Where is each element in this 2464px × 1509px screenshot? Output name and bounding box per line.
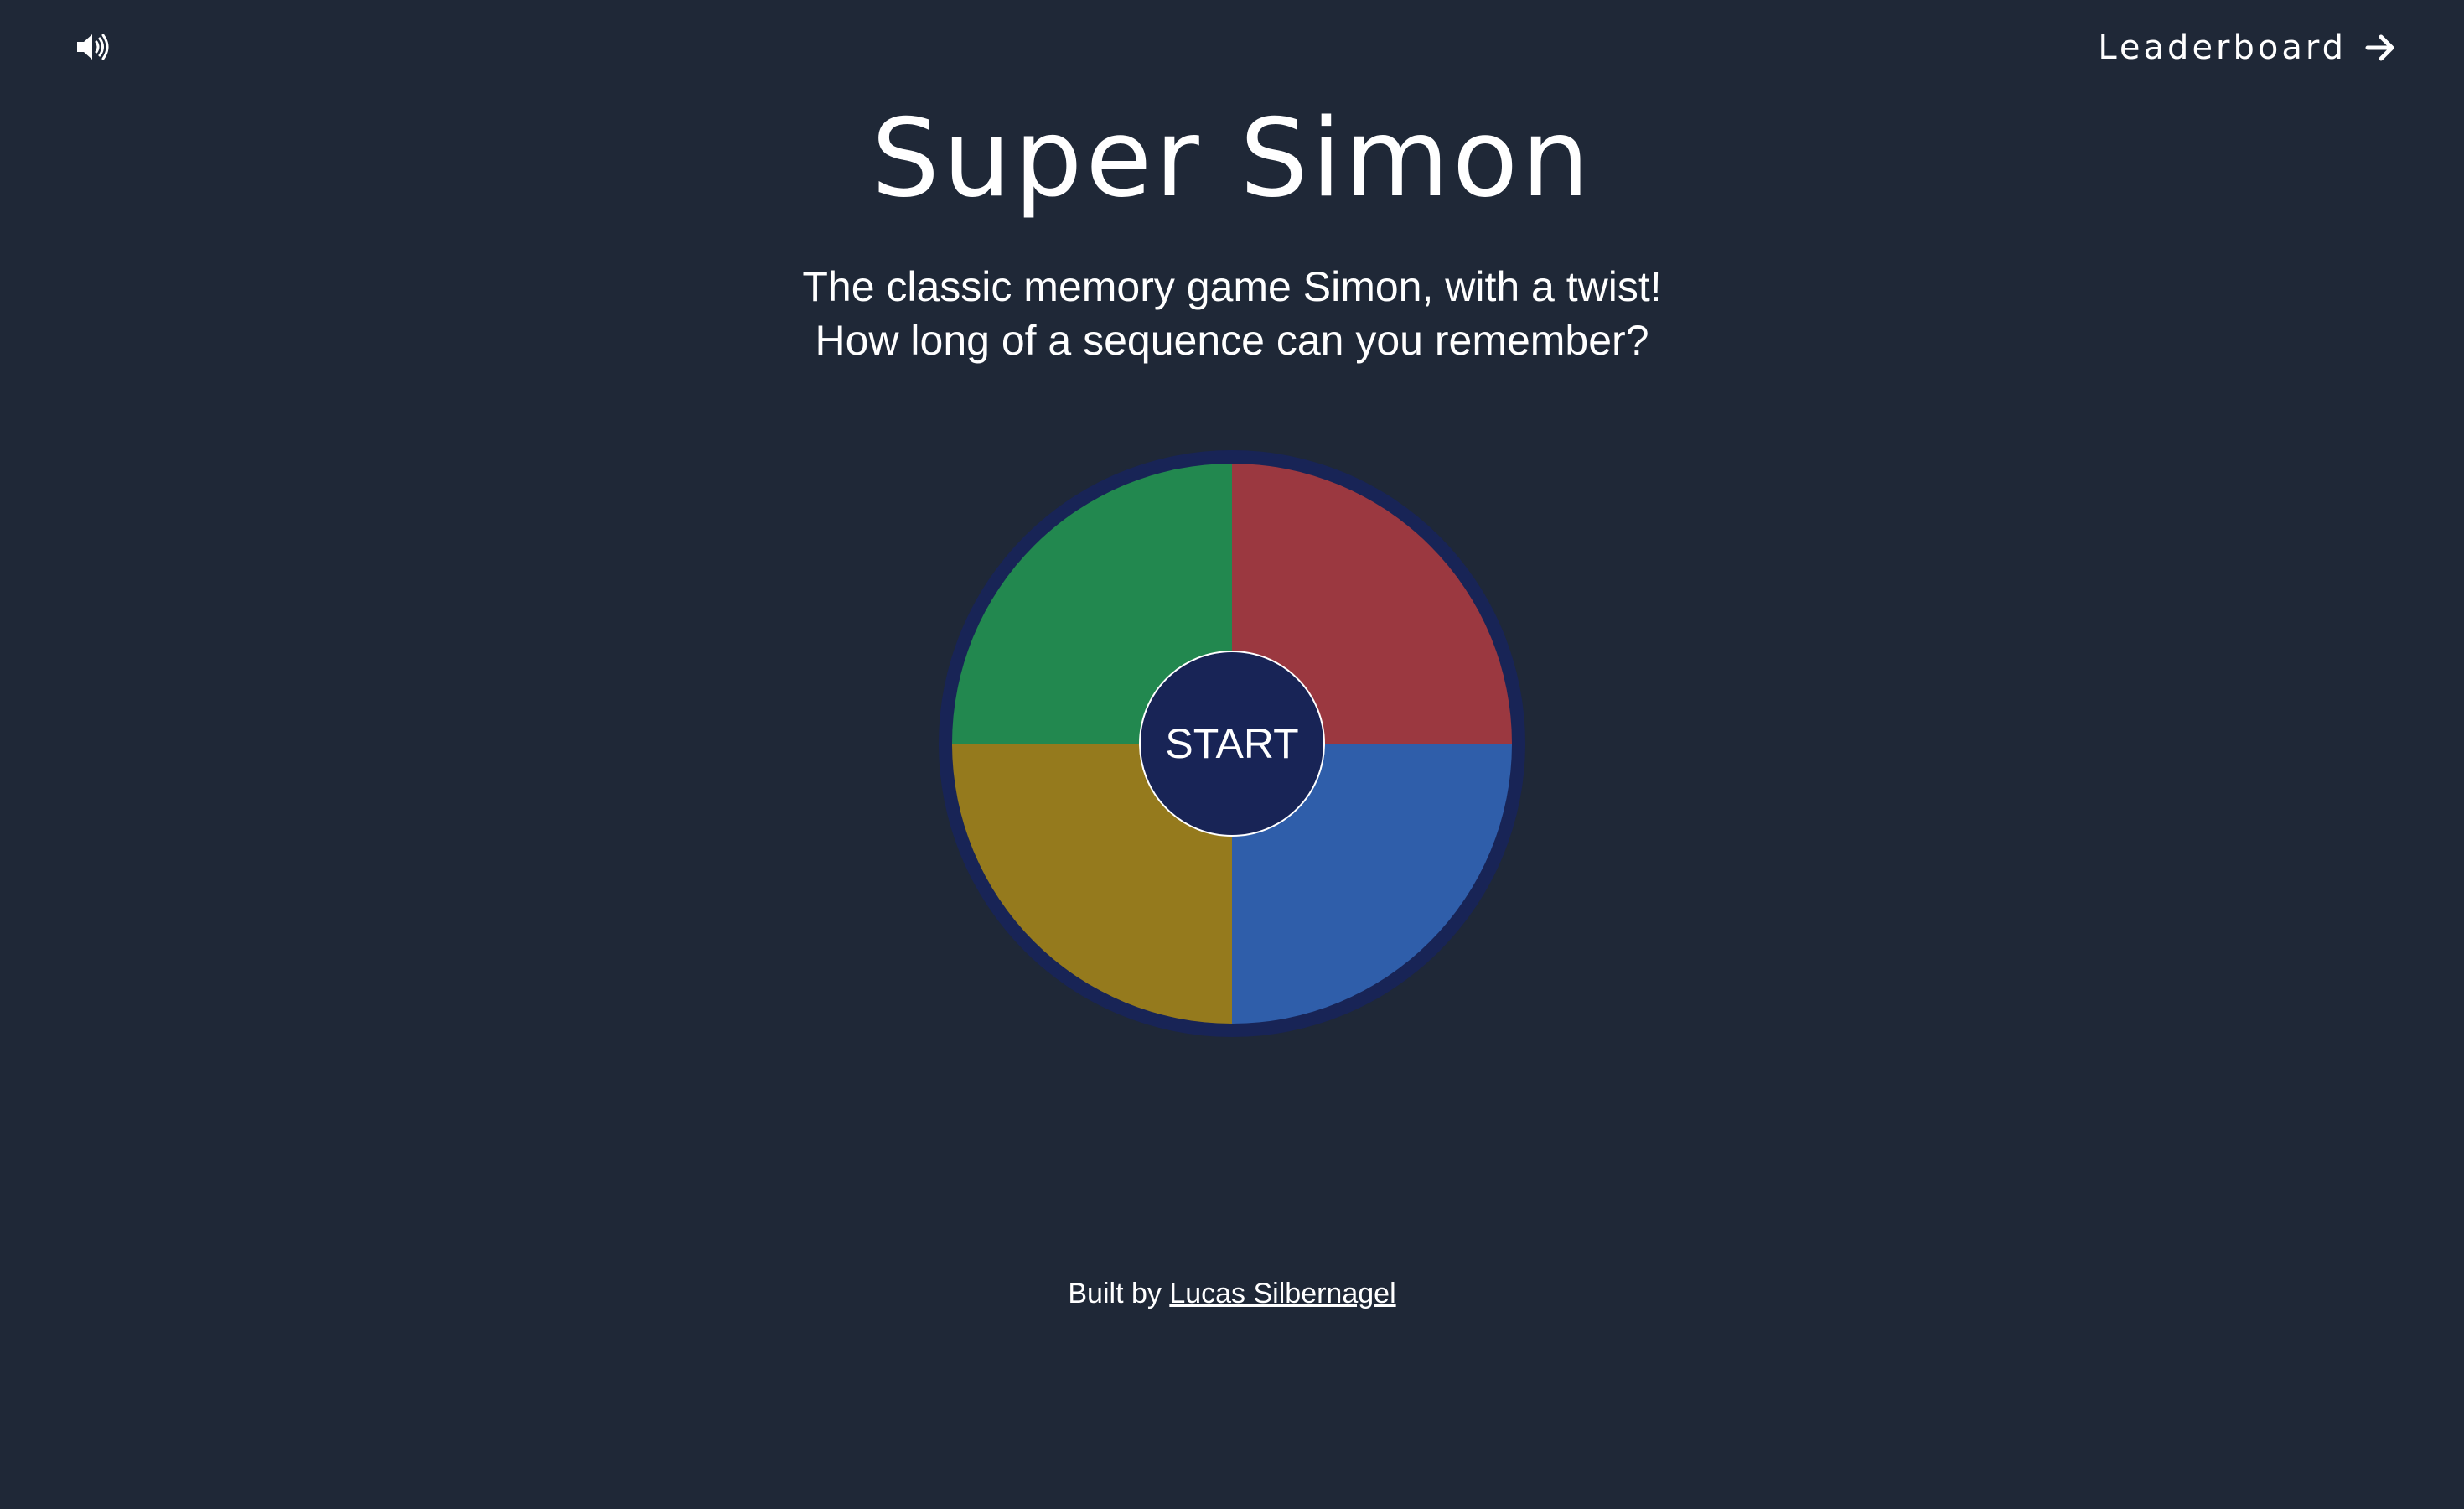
author-link[interactable]: Lucas Silbernagel	[1169, 1278, 1395, 1309]
page-title: Super Simon	[871, 96, 1593, 221]
arrow-right-icon	[2365, 34, 2394, 61]
subtitle-line-1: The classic memory game Simon, with a tw…	[802, 263, 1662, 310]
start-button[interactable]: START	[1139, 651, 1325, 837]
simon-board: START	[939, 450, 1525, 1037]
footer: Built by Lucas Silbernagel	[0, 1278, 2464, 1310]
subtitle-line-2: How long of a sequence can you remember?	[815, 317, 1649, 364]
subtitle: The classic memory game Simon, with a tw…	[0, 260, 2464, 367]
volume-up-icon	[77, 34, 109, 60]
sound-toggle-button[interactable]	[75, 32, 111, 62]
leaderboard-label: Leaderboard	[2098, 29, 2347, 67]
built-by-text: Built by	[1068, 1278, 1162, 1309]
leaderboard-link[interactable]: Leaderboard	[2098, 29, 2397, 67]
